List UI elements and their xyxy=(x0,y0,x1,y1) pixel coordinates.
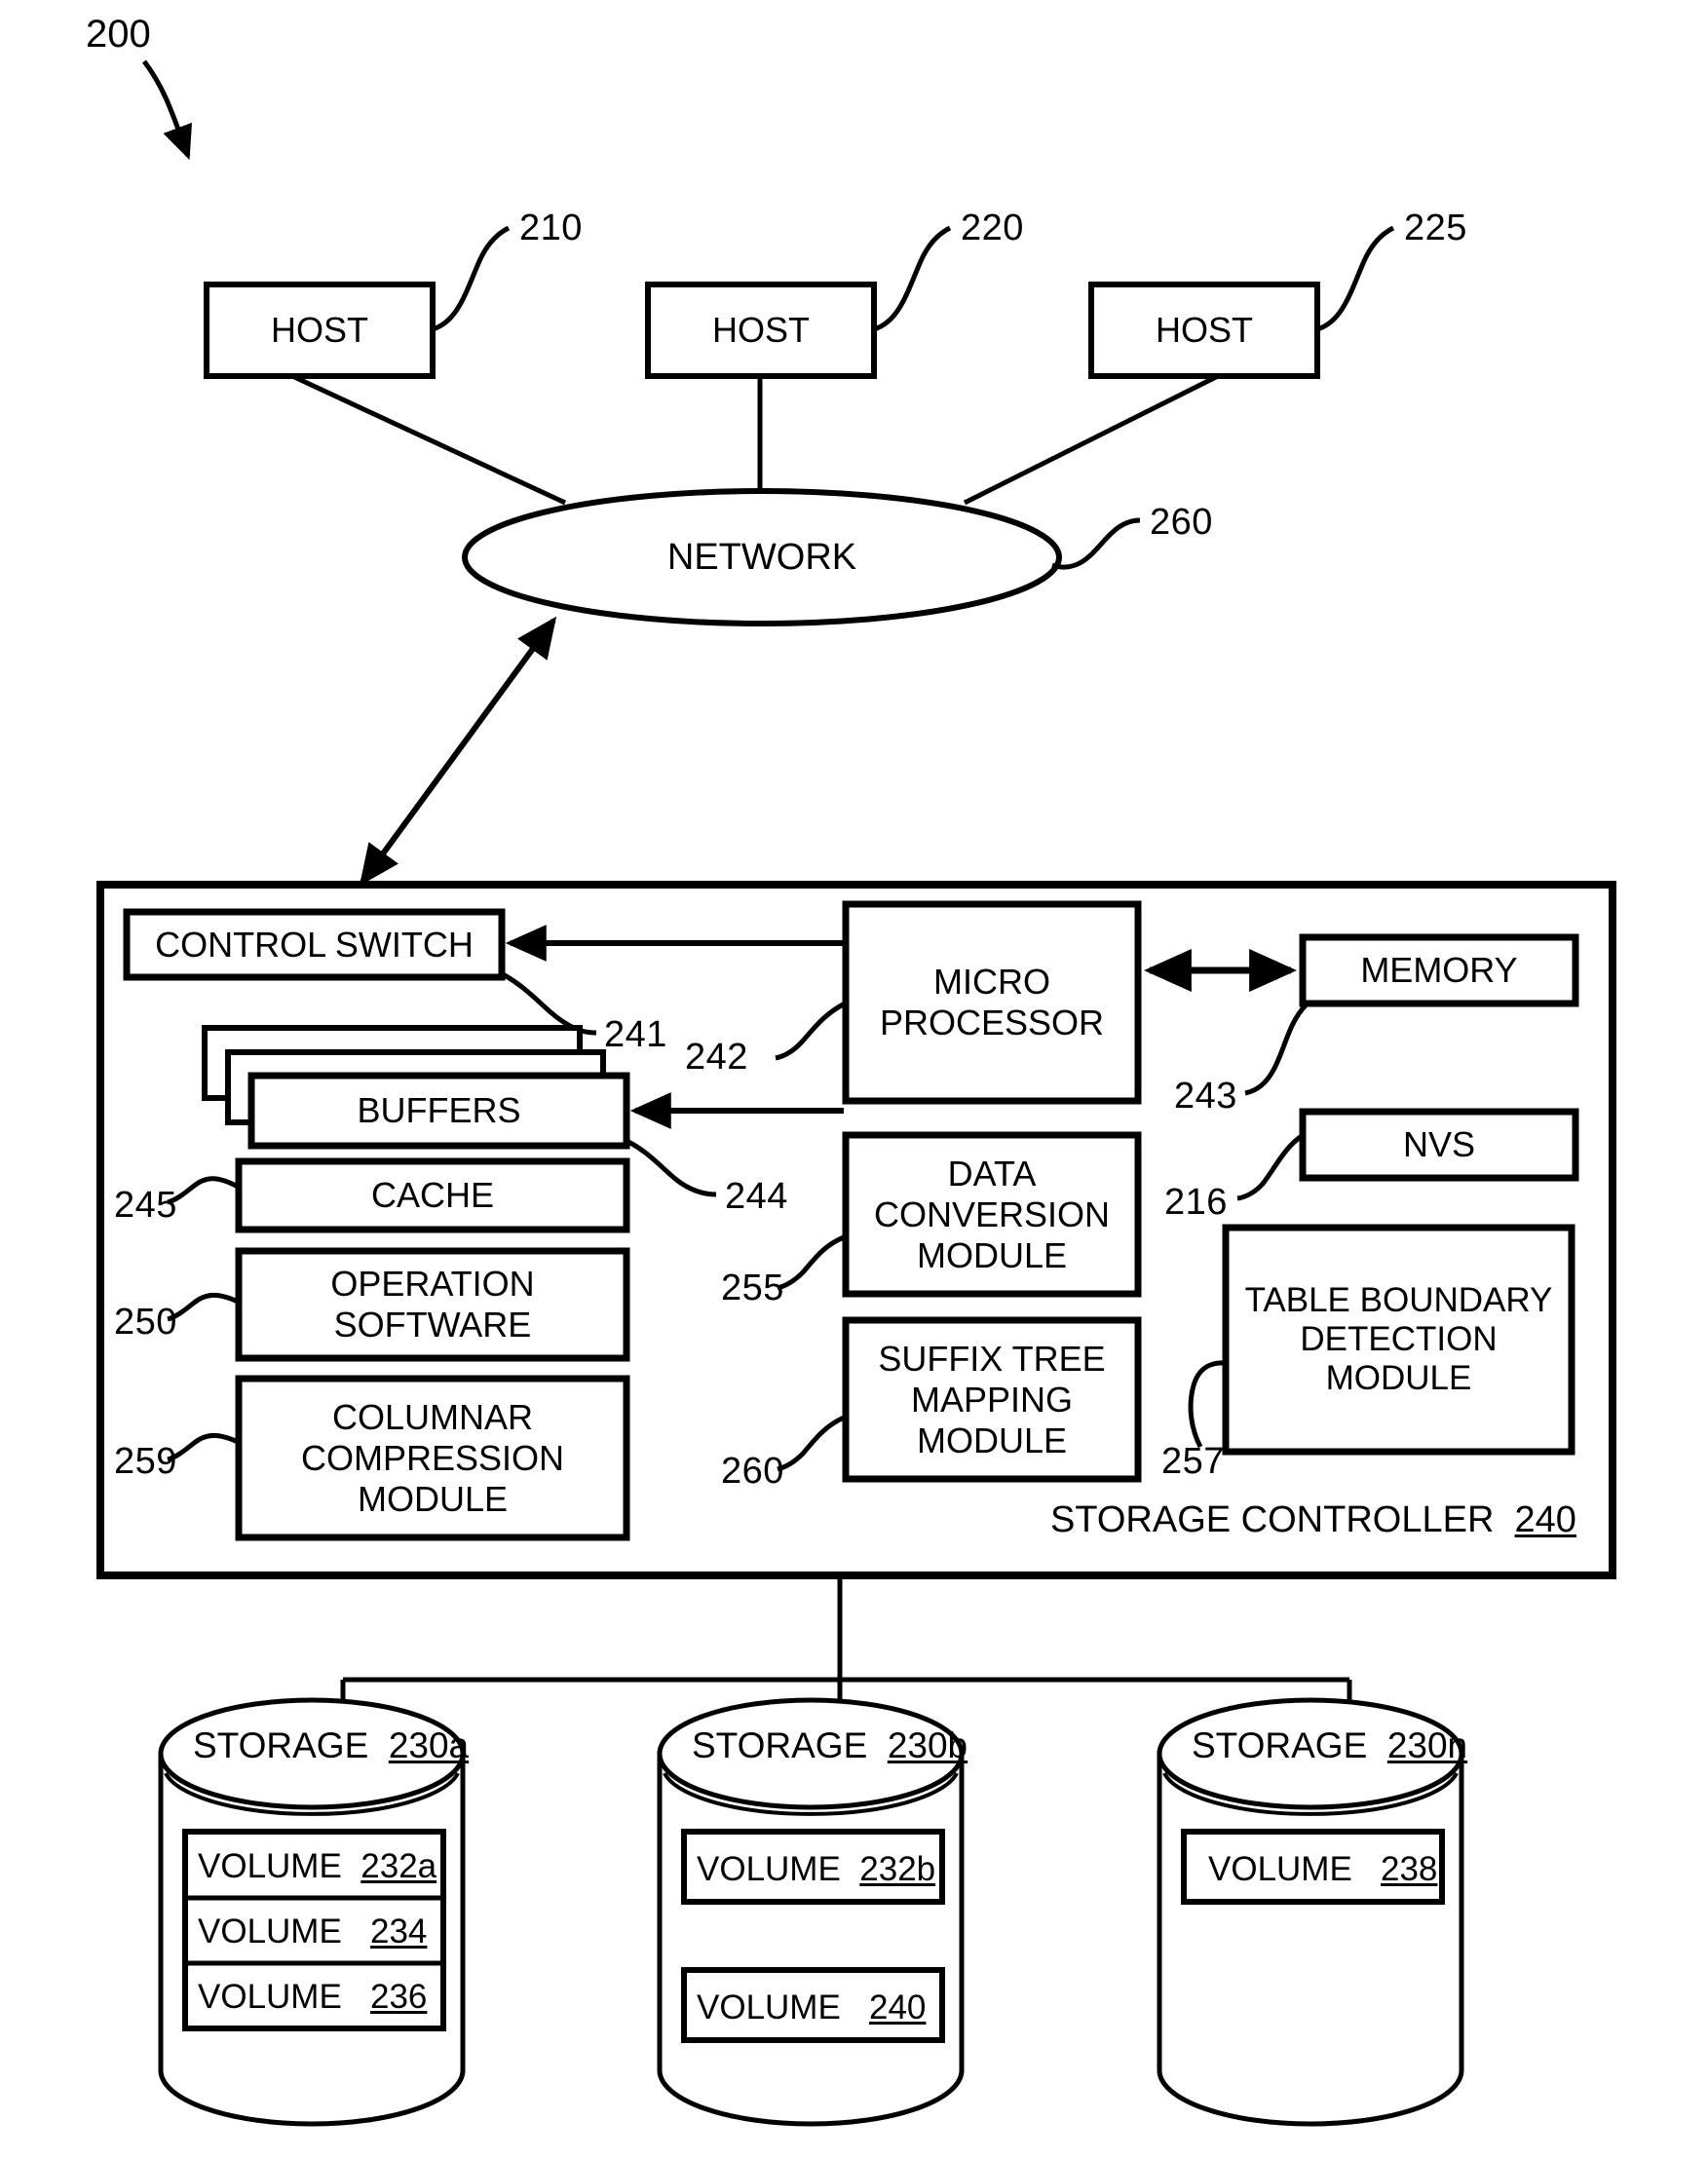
table-boundary-detection-module-label: TABLE BOUNDARY DETECTION MODULE xyxy=(1226,1228,1572,1452)
table-boundary-line-1: TABLE BOUNDARY xyxy=(1244,1281,1553,1319)
suffix-tree-line-1: SUFFIX TREE xyxy=(878,1338,1106,1379)
volume-label-236: VOLUME xyxy=(198,1978,342,2016)
data-conversion-module-ref: 255 xyxy=(721,1268,784,1308)
figure-number: 200 xyxy=(86,13,151,56)
volume-ref-234: 234 xyxy=(370,1913,428,1951)
suffix-tree-mapping-module-ref: 260 xyxy=(721,1451,784,1492)
volume-label-232a: VOLUME xyxy=(198,1847,342,1885)
storage-title-230b: STORAGE 230b xyxy=(692,1724,968,1767)
host-ref-210: 210 xyxy=(519,208,583,248)
volume-ref-232b: 232b xyxy=(859,1850,936,1888)
table-boundary-line-3: MODULE xyxy=(1325,1359,1472,1397)
cache-label: CACHE xyxy=(370,1175,495,1215)
data-conversion-line-3: MODULE xyxy=(916,1234,1068,1275)
storage-ref-230a: 230a xyxy=(388,1725,470,1765)
data-conversion-module-label: DATA CONVERSION MODULE xyxy=(846,1135,1138,1294)
cache-ref: 245 xyxy=(114,1185,177,1226)
volume-ref-240: 240 xyxy=(869,1989,927,2026)
table-boundary-line-2: DETECTION xyxy=(1300,1320,1498,1358)
memory-label: MEMORY xyxy=(1360,950,1518,990)
host-ref-225: 225 xyxy=(1404,208,1467,248)
memory-ref: 243 xyxy=(1174,1076,1237,1117)
volume-row-238: VOLUME 238 xyxy=(1208,1849,1437,1889)
data-conversion-line-1: DATA xyxy=(947,1153,1037,1193)
columnar-compression-line-3: MODULE xyxy=(357,1478,509,1519)
table-boundary-detection-module-ref: 257 xyxy=(1161,1441,1225,1482)
volume-label-238: VOLUME xyxy=(1208,1850,1352,1888)
storage-ref-230n: 230n xyxy=(1386,1725,1468,1765)
volume-ref-238: 238 xyxy=(1381,1850,1438,1888)
host-label-210: HOST xyxy=(270,310,368,350)
control-switch-label: CONTROL SWITCH xyxy=(155,924,474,965)
volume-label-232b: VOLUME xyxy=(697,1850,841,1888)
volume-row-232b: VOLUME 232b xyxy=(697,1849,935,1889)
network-ref: 260 xyxy=(1150,502,1213,543)
nvs-label: NVS xyxy=(1402,1124,1476,1164)
columnar-compression-module-label: COLUMNAR COMPRESSION MODULE xyxy=(239,1379,626,1537)
volume-ref-236: 236 xyxy=(370,1978,428,2016)
network-controller-arrow xyxy=(359,616,557,887)
micro-processor-label: MICRO PROCESSOR xyxy=(846,904,1138,1101)
figure-leader-arrow xyxy=(142,59,192,161)
buffers-label: BUFFERS xyxy=(357,1090,521,1130)
micro-processor-line-1: MICRO xyxy=(933,962,1050,1002)
columnar-compression-module-ref: 259 xyxy=(114,1441,177,1482)
storage-controller-title-text: STORAGE CONTROLLER xyxy=(1050,1499,1495,1540)
storage-controller-title: STORAGE CONTROLLER 240 xyxy=(1050,1498,1576,1542)
figure-canvas: 200 HOST 210 HOST 220 HOST 225 NETWORK 2… xyxy=(0,0,1708,2159)
host-ref-220: 220 xyxy=(961,208,1024,248)
storage-title-230a: STORAGE 230a xyxy=(193,1724,469,1767)
volume-row-232a: VOLUME 232a xyxy=(198,1846,436,1886)
storage-label-230a: STORAGE xyxy=(193,1725,369,1765)
volume-row-236: VOLUME 236 xyxy=(198,1977,427,2017)
volume-row-234: VOLUME 234 xyxy=(198,1912,427,1951)
volume-row-240: VOLUME 240 xyxy=(697,1988,926,2027)
volume-ref-232a: 232a xyxy=(361,1847,437,1885)
suffix-tree-line-3: MODULE xyxy=(916,1420,1068,1460)
storage-title-230n: STORAGE 230n xyxy=(1192,1724,1467,1767)
host-network-connectors xyxy=(290,373,1220,506)
operation-software-ref: 250 xyxy=(114,1302,177,1343)
volume-label-240: VOLUME xyxy=(697,1989,841,2026)
suffix-tree-line-2: MAPPING xyxy=(910,1379,1074,1420)
nvs-ref: 216 xyxy=(1164,1182,1228,1223)
volume-label-234: VOLUME xyxy=(198,1913,342,1951)
storage-controller-ref: 240 xyxy=(1514,1499,1576,1540)
columnar-compression-line-1: COLUMNAR xyxy=(331,1396,533,1437)
suffix-tree-mapping-module-label: SUFFIX TREE MAPPING MODULE xyxy=(846,1320,1138,1479)
columnar-compression-line-2: COMPRESSION xyxy=(300,1437,565,1478)
operation-software-label: OPERATION SOFTWARE xyxy=(239,1251,626,1358)
host-label-220: HOST xyxy=(711,310,810,350)
network-label: NETWORK xyxy=(666,536,857,578)
buffers-ref: 244 xyxy=(725,1176,788,1217)
storage-label-230b: STORAGE xyxy=(692,1725,868,1765)
storage-label-230n: STORAGE xyxy=(1192,1725,1368,1765)
micro-processor-ref: 242 xyxy=(685,1037,748,1078)
operation-software-line-2: SOFTWARE xyxy=(333,1305,532,1345)
control-switch-ref: 241 xyxy=(604,1014,667,1055)
operation-software-line-1: OPERATION xyxy=(330,1264,535,1304)
data-conversion-line-2: CONVERSION xyxy=(873,1193,1111,1234)
storage-ref-230b: 230b xyxy=(887,1725,968,1765)
host-label-225: HOST xyxy=(1155,310,1253,350)
micro-processor-line-2: PROCESSOR xyxy=(879,1003,1105,1042)
